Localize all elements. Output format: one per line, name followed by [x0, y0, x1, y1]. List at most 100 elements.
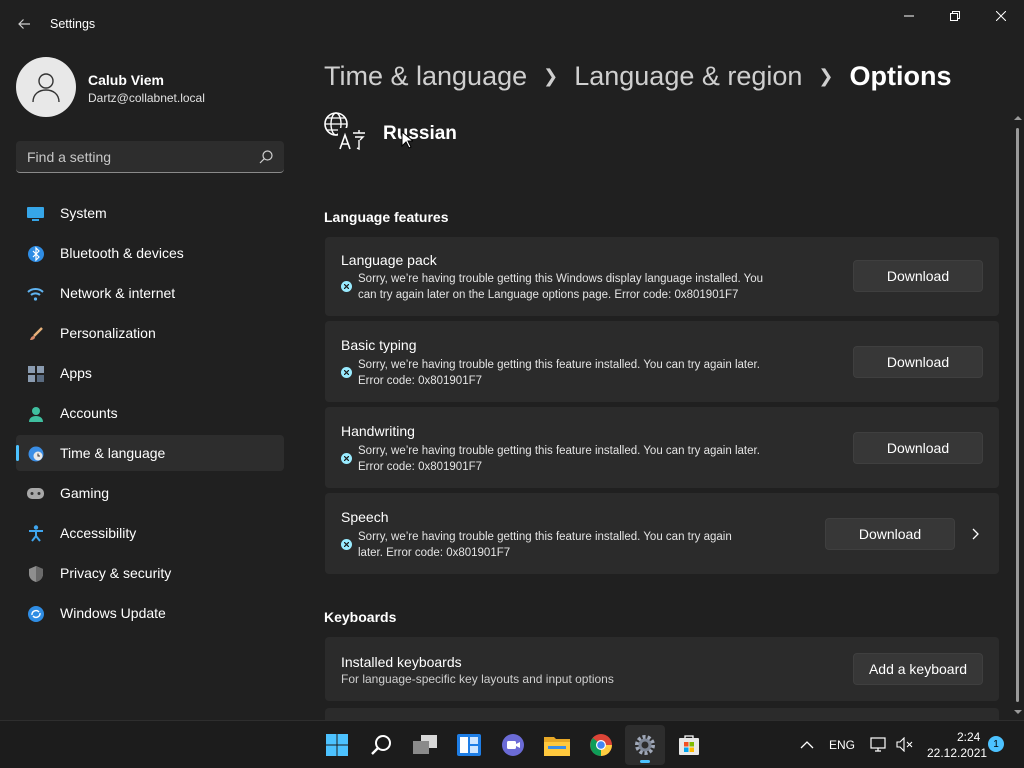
close-button[interactable] [978, 0, 1024, 32]
search-icon[interactable] [258, 149, 274, 165]
monitor-icon [27, 205, 44, 222]
file-explorer-button[interactable] [537, 725, 577, 765]
installed-keyboards-subtitle: For language-specific key layouts and in… [341, 672, 614, 686]
taskbar: ENG 2:24 22.12.2021 [0, 720, 1024, 768]
feature-card-language-pack: Language pack Sorry, we’re having troubl… [325, 237, 999, 316]
sidebar-item-label: Accounts [60, 405, 118, 421]
chevron-right-icon: ❯ [543, 65, 559, 86]
installed-keyboards-title: Installed keyboards [341, 654, 462, 670]
network-icon[interactable] [870, 737, 888, 752]
chevron-up-icon[interactable] [800, 740, 814, 749]
sidebar-item-accessibility[interactable]: Accessibility [16, 515, 284, 551]
widgets-button[interactable] [449, 725, 489, 765]
settings-icon [635, 735, 655, 755]
clock-time[interactable]: 2:24 [957, 730, 980, 744]
download-button[interactable]: Download [853, 260, 983, 292]
sidebar-item-system[interactable]: System [16, 195, 284, 231]
feature-error: Sorry, we’re having trouble getting this… [358, 445, 760, 473]
feature-error: Sorry, we’re having trouble getting this… [358, 273, 764, 301]
chevron-right-icon[interactable] [967, 526, 983, 542]
apps-icon [27, 365, 44, 382]
scrollbar[interactable] [1013, 110, 1023, 720]
app-title: Settings [50, 17, 96, 31]
clock-date[interactable]: 22.12.2021 [927, 746, 987, 760]
restore-icon [950, 11, 960, 21]
download-button[interactable]: Download [853, 432, 983, 464]
chat-button[interactable] [493, 725, 533, 765]
task-view-button[interactable] [405, 725, 445, 765]
close-icon [996, 11, 1006, 21]
user-email: Dartz@collabnet.local [88, 91, 205, 105]
chrome-button[interactable] [581, 725, 621, 765]
avatar[interactable] [16, 57, 76, 117]
chrome-icon [590, 734, 612, 756]
feature-card-speech[interactable]: Speech Sorry, we’re having trouble getti… [325, 493, 999, 574]
sidebar-item-label: Network & internet [60, 285, 176, 301]
person-icon [32, 73, 60, 103]
sidebar-item-label: Personalization [60, 325, 156, 341]
sidebar-nav: System Bluetooth & devices Network & int… [16, 195, 284, 635]
add-keyboard-button[interactable]: Add a keyboard [853, 653, 983, 685]
start-button[interactable] [317, 725, 357, 765]
minimize-button[interactable] [886, 0, 932, 32]
scroll-down-icon[interactable] [1013, 708, 1023, 716]
feature-title: Handwriting [341, 423, 415, 439]
feature-error: Sorry, we’re having trouble getting this… [358, 359, 760, 387]
chat-icon [502, 734, 524, 756]
sidebar-item-apps[interactable]: Apps [16, 355, 284, 391]
back-button[interactable] [12, 12, 36, 36]
settings-button[interactable] [625, 725, 665, 765]
globe-clock-icon [27, 445, 44, 462]
user-name: Calub Viem [88, 72, 164, 88]
mouse-cursor-icon [401, 131, 413, 149]
breadcrumb: Time & language ❯ Language & region ❯ Op… [324, 58, 952, 94]
sidebar-item-personalization[interactable]: Personalization [16, 315, 284, 351]
update-icon [27, 605, 44, 622]
notification-badge[interactable]: 1 [988, 736, 1004, 752]
feature-card-handwriting: Handwriting Sorry, we’re having trouble … [325, 407, 999, 488]
store-button[interactable] [669, 725, 709, 765]
chevron-right-icon: ❯ [818, 65, 834, 86]
feature-error: Sorry, we’re having trouble getting this… [358, 531, 732, 559]
brush-icon [27, 325, 44, 342]
sidebar-item-label: System [60, 205, 107, 221]
bluetooth-icon [27, 245, 44, 262]
sidebar-item-label: Accessibility [60, 525, 137, 541]
download-button[interactable]: Download [825, 518, 955, 550]
file-explorer-icon [544, 737, 570, 756]
scroll-up-icon[interactable] [1013, 114, 1023, 122]
sidebar-item-label: Time & language [60, 445, 166, 461]
sidebar-item-label: Apps [60, 365, 92, 381]
sidebar-item-label: Privacy & security [60, 565, 172, 581]
breadcrumb-time-language[interactable]: Time & language [324, 61, 527, 92]
sidebar-item-privacy[interactable]: Privacy & security [16, 555, 284, 591]
active-app-indicator [640, 760, 650, 763]
section-keyboards: Keyboards [324, 609, 397, 625]
sidebar-item-bluetooth[interactable]: Bluetooth & devices [16, 235, 284, 271]
restore-button[interactable] [932, 0, 978, 32]
sidebar-item-windows-update[interactable]: Windows Update [16, 595, 284, 631]
language-name: Russian [383, 123, 457, 144]
widgets-icon [457, 734, 481, 756]
taskbar-search-button[interactable] [361, 725, 401, 765]
search-input[interactable] [16, 141, 256, 172]
download-button[interactable]: Download [853, 346, 983, 378]
language-icon [324, 112, 366, 151]
windows-start-icon [326, 734, 348, 756]
title-bar: Settings [0, 0, 1024, 48]
error-icon [341, 281, 352, 292]
feature-title: Basic typing [341, 337, 417, 353]
scroll-thumb[interactable] [1016, 128, 1019, 702]
feature-card-basic-typing: Basic typing Sorry, we’re having trouble… [325, 321, 999, 402]
sidebar-item-time-language[interactable]: Time & language [16, 435, 284, 471]
sidebar-item-accounts[interactable]: Accounts [16, 395, 284, 431]
feature-title: Language pack [341, 252, 437, 268]
sidebar-item-gaming[interactable]: Gaming [16, 475, 284, 511]
breadcrumb-language-region[interactable]: Language & region [574, 61, 802, 92]
sidebar-item-network[interactable]: Network & internet [16, 275, 284, 311]
sidebar-item-label: Windows Update [60, 605, 166, 621]
volume-muted-icon[interactable] [896, 737, 914, 752]
input-language-indicator[interactable]: ENG [829, 738, 855, 752]
sidebar-item-label: Bluetooth & devices [60, 245, 184, 261]
person-icon [27, 405, 44, 422]
